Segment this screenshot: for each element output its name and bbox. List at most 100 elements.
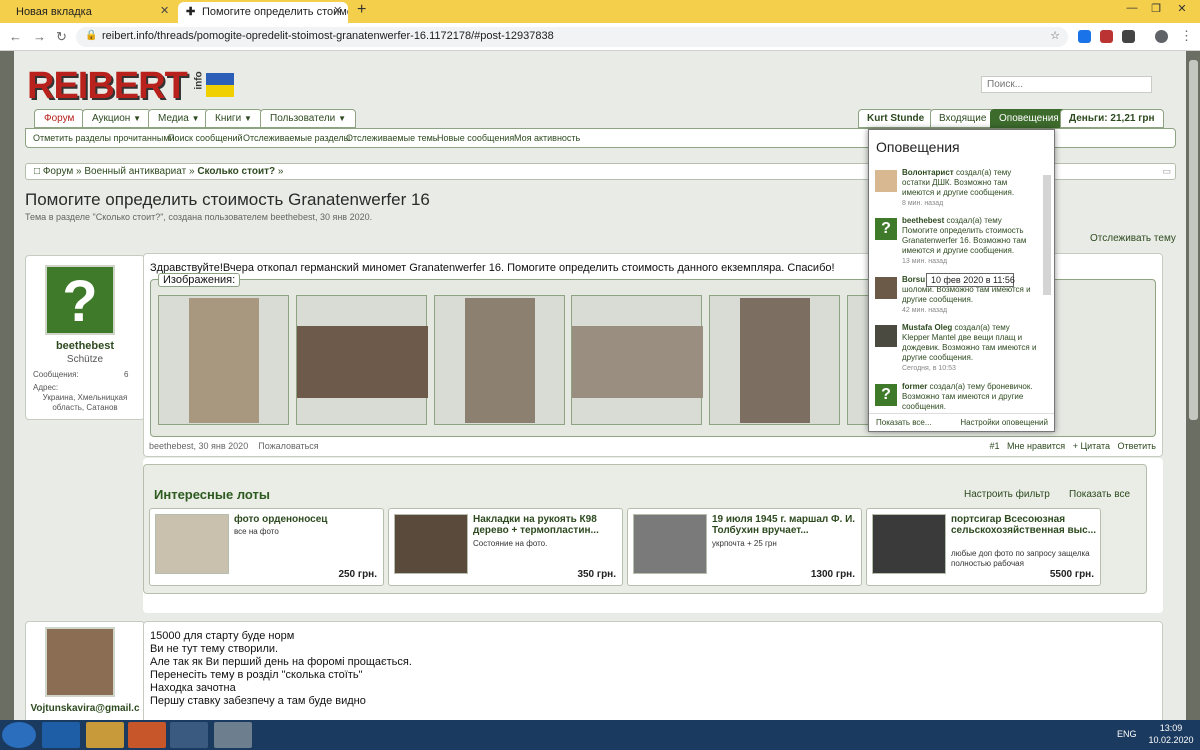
author-name[interactable]: beethebest <box>26 340 144 352</box>
avatar[interactable]: ? <box>875 218 897 240</box>
quote-button[interactable]: + Цитата <box>1073 441 1110 451</box>
image-thumbnail[interactable] <box>571 295 703 425</box>
lot-title[interactable]: фото орденоносец <box>234 514 380 525</box>
nav-tab-users[interactable]: Пользователи ▼ <box>260 109 356 128</box>
reply-button[interactable]: Ответить <box>1118 441 1156 451</box>
lot-image[interactable] <box>394 514 468 574</box>
notification-user[interactable]: Borsu <box>902 275 925 284</box>
notification-item[interactable]: ? former создал(а) тему броневичок. Возм… <box>875 382 1043 412</box>
explorer-icon[interactable] <box>86 722 124 748</box>
breadcrumb-home-icon[interactable]: □ <box>34 166 40 177</box>
image-thumbnail[interactable] <box>158 295 289 425</box>
nav-tab-books[interactable]: Книги ▼ <box>205 109 262 128</box>
messages-count[interactable]: 6 <box>124 370 128 379</box>
lot-description: укрпочта + 25 грн <box>712 539 777 548</box>
lot-title[interactable]: 19 июля 1945 г. маршал Ф. И. Толбухин вр… <box>712 514 858 536</box>
chrome-icon[interactable] <box>170 722 208 748</box>
avatar[interactable]: ? <box>45 265 115 335</box>
site-favicon-icon: ✚ <box>186 6 196 18</box>
notification-item[interactable]: Волонтарист создал(а) тему остатки ДШК. … <box>875 168 1043 208</box>
notifications-scrollbar[interactable] <box>1043 175 1051 295</box>
pdf-extension-icon[interactable] <box>1100 30 1113 43</box>
lot-card[interactable]: 19 июля 1945 г. маршал Ф. И. Толбухин вр… <box>627 508 862 586</box>
lot-card[interactable]: фото орденоносец все на фото 250 грн. <box>149 508 384 586</box>
new-tab-button[interactable]: + <box>357 1 366 19</box>
profile-icon[interactable] <box>1155 30 1168 43</box>
lots-show-all-link[interactable]: Показать все <box>1069 489 1130 500</box>
lot-image[interactable] <box>633 514 707 574</box>
breadcrumb-item-current[interactable]: Сколько стоит? <box>197 166 275 177</box>
tab-current[interactable]: ✚ Помогите определить стоимость <box>178 2 348 23</box>
notifications-settings[interactable]: Настройки оповещений <box>960 418 1048 427</box>
close-window-icon[interactable]: ✕ <box>1172 2 1192 15</box>
subnav-mark-read[interactable]: Отметить разделы прочитанными <box>33 133 175 143</box>
watch-thread-link[interactable]: Отслеживать тему <box>1090 233 1176 244</box>
system-clock[interactable]: 13:09 10.02.2020 <box>1143 722 1199 746</box>
lot-image[interactable] <box>155 514 229 574</box>
avatar[interactable] <box>875 325 897 347</box>
avatar[interactable] <box>875 277 897 299</box>
site-search-input[interactable] <box>981 76 1152 93</box>
forward-icon[interactable]: → <box>33 29 46 44</box>
notification-user[interactable]: beethebest <box>902 216 944 225</box>
post-number[interactable]: #1 <box>989 441 999 451</box>
minimize-icon[interactable]: — <box>1122 2 1142 14</box>
notification-item[interactable]: Mustafa Oleg создал(а) тему Klepper Mant… <box>875 323 1043 373</box>
lot-title[interactable]: портсигар Всесоюзная сельскохозяйственна… <box>951 514 1097 536</box>
language-indicator[interactable]: ENG <box>1117 729 1137 739</box>
post-line: Першу ставку забезпечу а там буде видно <box>150 695 366 707</box>
avatar[interactable]: ? <box>875 384 897 406</box>
lot-image[interactable] <box>872 514 946 574</box>
subnav-watched-forums[interactable]: Отслеживаемые разделы <box>243 133 350 143</box>
address-bar[interactable]: 🔒 reibert.info/threads/pomogite-opredeli… <box>76 27 1068 47</box>
star-icon[interactable]: ☆ <box>1050 29 1060 42</box>
start-button[interactable] <box>2 722 36 748</box>
breadcrumb-item-forum[interactable]: Форум <box>43 166 73 177</box>
notification-user[interactable]: Mustafa Oleg <box>902 323 952 332</box>
nav-tab-forum[interactable]: Форум <box>34 109 85 128</box>
lot-title[interactable]: Накладки на рукоять К98 дерево + термопл… <box>473 514 619 536</box>
subnav-new-posts[interactable]: Новые сообщения <box>437 133 514 143</box>
subnav-watched-threads[interactable]: Отслеживаемые темы <box>346 133 439 143</box>
image-thumbnail[interactable] <box>296 295 428 425</box>
notification-item[interactable]: ? beethebest создал(а) тему Помогите опр… <box>875 216 1043 266</box>
like-button[interactable]: Мне нравится <box>1007 441 1065 451</box>
page-scrollbar[interactable] <box>1189 60 1198 420</box>
notification-user[interactable]: Волонтарист <box>902 168 954 177</box>
date-tooltip: 10 фев 2020 в 11:56 <box>926 273 1015 287</box>
lots-filter-link[interactable]: Настроить фильтр <box>964 489 1050 500</box>
lot-card[interactable]: портсигар Всесоюзная сельскохозяйственна… <box>866 508 1101 586</box>
maximize-icon[interactable]: ❐ <box>1146 2 1166 15</box>
nav-tab-media[interactable]: Медиа ▼ <box>148 109 210 128</box>
back-icon[interactable]: ← <box>9 29 22 44</box>
close-icon[interactable]: ✕ <box>160 4 169 17</box>
nav-tab-auction[interactable]: Аукцион ▼ <box>82 109 152 128</box>
notifications-show-all[interactable]: Показать все... <box>876 418 932 427</box>
menu-icon[interactable]: ⋮ <box>1180 28 1193 44</box>
author-name[interactable]: Vojtunskavira@gmail.c <box>26 703 144 714</box>
subnav-search-messages[interactable]: Поиск сообщений <box>168 133 243 143</box>
user-menu-tab[interactable]: Kurt Stunde <box>858 109 934 128</box>
money-tab[interactable]: Деньги: 21,21 грн <box>1060 109 1164 128</box>
lot-card[interactable]: Накладки на рукоять К98 дерево + термопл… <box>388 508 623 586</box>
subnav-my-activity[interactable]: Моя активность <box>514 133 580 143</box>
site-logo[interactable]: REIBERT <box>27 65 188 108</box>
outlook-icon[interactable] <box>128 722 166 748</box>
ie-icon[interactable] <box>42 722 80 748</box>
report-link[interactable]: Пожаловаться <box>258 441 318 451</box>
paint-icon[interactable] <box>214 722 252 748</box>
notifications-tab[interactable]: Оповещения <box>990 109 1068 128</box>
avatar[interactable] <box>45 627 115 697</box>
breadcrumb-item-section[interactable]: Военный антиквариат <box>84 166 186 177</box>
avatar[interactable] <box>875 170 897 192</box>
tab-new-tab[interactable]: Новая вкладка <box>6 2 176 23</box>
reload-icon[interactable]: ↻ <box>56 29 67 45</box>
close-icon[interactable]: ✕ <box>333 4 342 17</box>
inbox-tab[interactable]: Входящие <box>930 109 996 128</box>
image-thumbnail[interactable] <box>709 295 840 425</box>
notification-user[interactable]: former <box>902 382 927 391</box>
image-thumbnail[interactable] <box>434 295 565 425</box>
extension-icon[interactable] <box>1078 30 1091 43</box>
cast-icon[interactable] <box>1122 30 1135 43</box>
post-date[interactable]: beethebest, 30 янв 2020 <box>149 441 248 451</box>
